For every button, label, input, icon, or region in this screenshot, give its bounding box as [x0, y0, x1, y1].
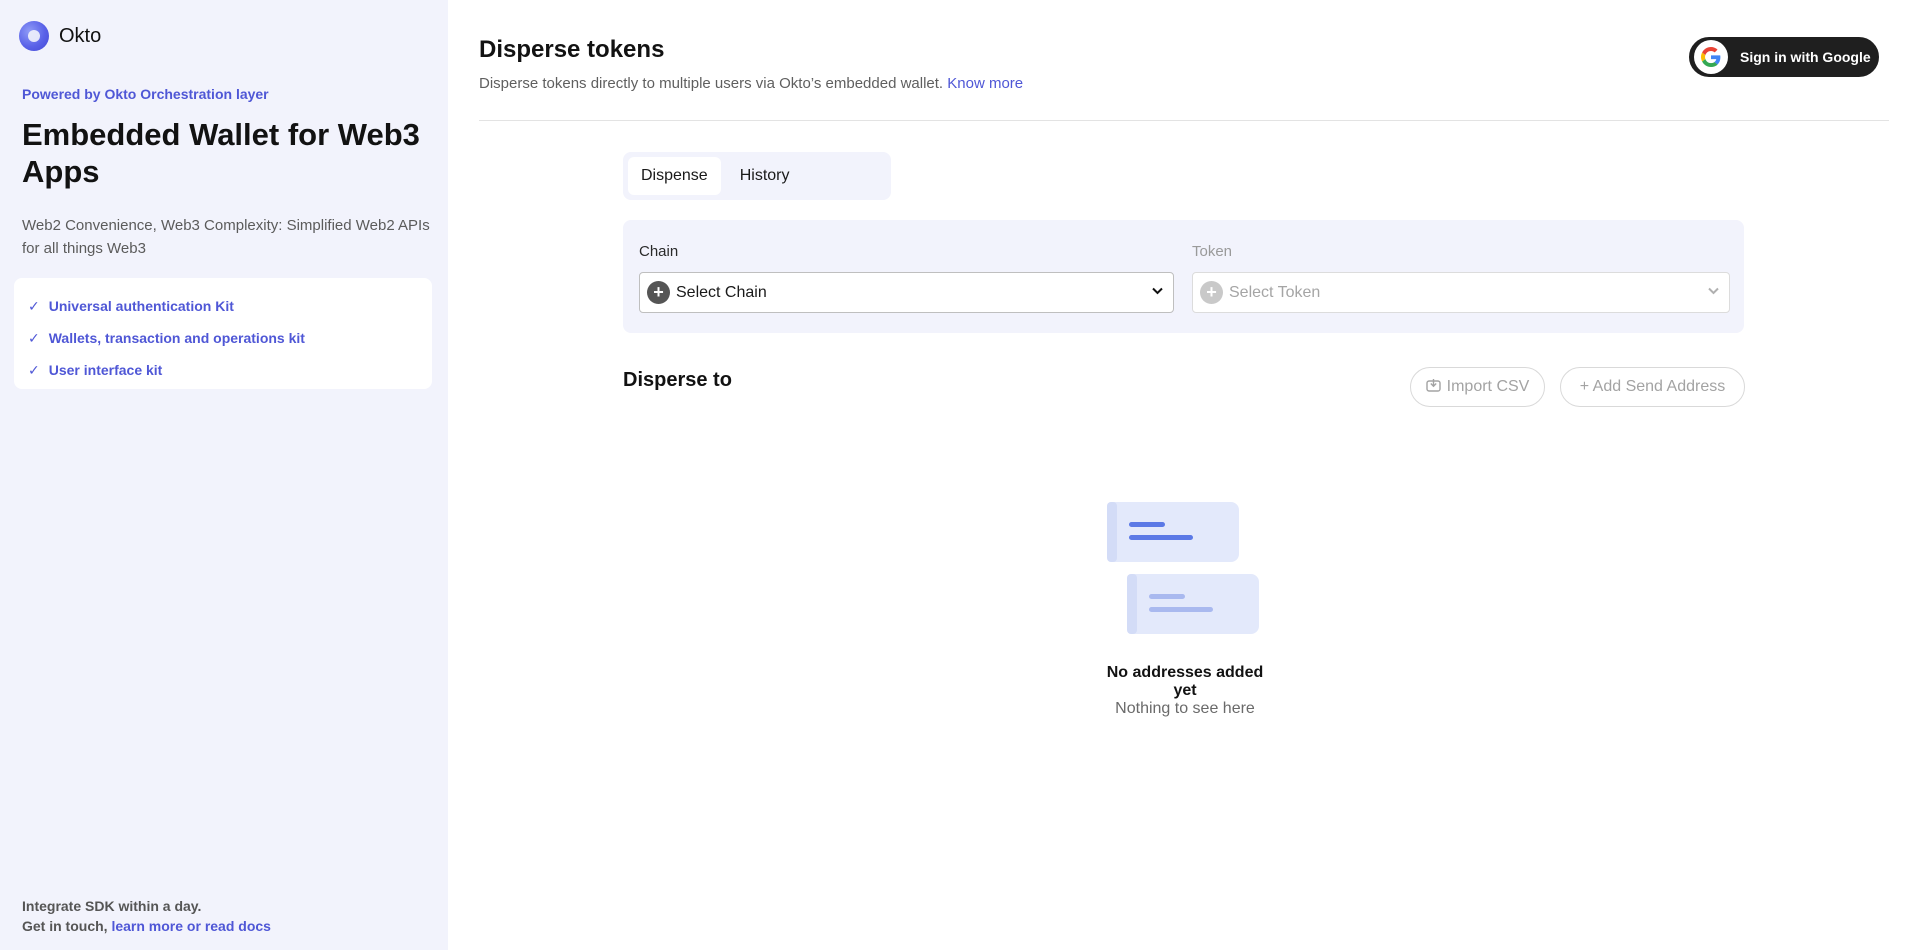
page-subtitle: Disperse tokens directly to multiple use…: [479, 75, 1023, 92]
sidebar-title: Embedded Wallet for Web3 Apps: [22, 117, 420, 189]
google-signin-label: Sign in with Google: [1740, 49, 1871, 65]
token-label: Token: [1192, 243, 1233, 260]
footer-prefix: Get in touch,: [22, 918, 108, 934]
feature-label: Universal authentication Kit: [48, 298, 234, 314]
footer-line2: Get in touch, learn more or read docs: [22, 916, 271, 936]
tab-bar: Dispense History: [623, 152, 891, 200]
tab-dispense[interactable]: Dispense: [628, 157, 721, 195]
powered-by-label: Powered by Okto Orchestration layer: [22, 86, 269, 102]
sidebar-footer: Integrate SDK within a day. Get in touch…: [22, 896, 271, 936]
check-icon: ✓: [28, 361, 40, 378]
plus-circle-icon: +: [647, 281, 670, 304]
check-icon: ✓: [28, 329, 40, 346]
disperse-to-title: Disperse to: [623, 369, 732, 391]
empty-state-title: No addresses added yet: [1106, 664, 1264, 699]
feature-item: ✓ Wallets, transaction and operations ki…: [28, 322, 418, 354]
sidebar-description: Web2 Convenience, Web3 Complexity: Simpl…: [22, 217, 430, 257]
sidebar: Okto Powered by Okto Orchestration layer…: [0, 0, 448, 950]
import-csv-label: Import CSV: [1446, 378, 1530, 395]
token-select[interactable]: + Select Token: [1192, 272, 1730, 313]
okto-logo-icon: [19, 21, 49, 51]
import-icon: [1425, 378, 1441, 397]
chain-select-value: Select Chain: [676, 283, 767, 301]
feature-label: User interface kit: [48, 362, 163, 378]
chain-label: Chain: [639, 243, 679, 260]
chevron-down-icon: [1152, 286, 1163, 298]
subtitle-text: Disperse tokens directly to multiple use…: [479, 75, 944, 92]
empty-state-subtitle: Nothing to see here: [1115, 700, 1255, 717]
feature-item: ✓ Universal authentication Kit: [28, 290, 418, 322]
feature-label: Wallets, transaction and operations kit: [48, 330, 305, 346]
feature-list: ✓ Universal authentication Kit ✓ Wallets…: [14, 278, 432, 389]
google-icon: [1694, 40, 1728, 74]
brand[interactable]: Okto: [19, 21, 101, 51]
learn-more-link[interactable]: learn more or read docs: [111, 918, 271, 934]
empty-state-illustration: [1107, 502, 1263, 636]
plus-circle-icon: +: [1200, 281, 1223, 304]
brand-name: Okto: [59, 24, 102, 47]
token-select-value: Select Token: [1229, 283, 1321, 301]
check-icon: ✓: [28, 297, 40, 314]
header-divider: [479, 120, 1889, 121]
page-title: Disperse tokens: [479, 36, 665, 63]
google-signin-button[interactable]: Sign in with Google: [1689, 37, 1879, 77]
chevron-down-icon: [1708, 286, 1719, 298]
feature-item: ✓ User interface kit: [28, 354, 418, 386]
add-send-address-button[interactable]: + Add Send Address: [1560, 367, 1745, 407]
know-more-link[interactable]: Know more: [947, 75, 1023, 92]
tab-history[interactable]: History: [727, 157, 803, 195]
selection-panel: Chain + Select Chain Token + Select Toke…: [623, 220, 1744, 333]
import-csv-button[interactable]: Import CSV: [1410, 367, 1545, 407]
footer-line1: Integrate SDK within a day.: [22, 898, 202, 914]
chain-select[interactable]: + Select Chain: [639, 272, 1174, 313]
